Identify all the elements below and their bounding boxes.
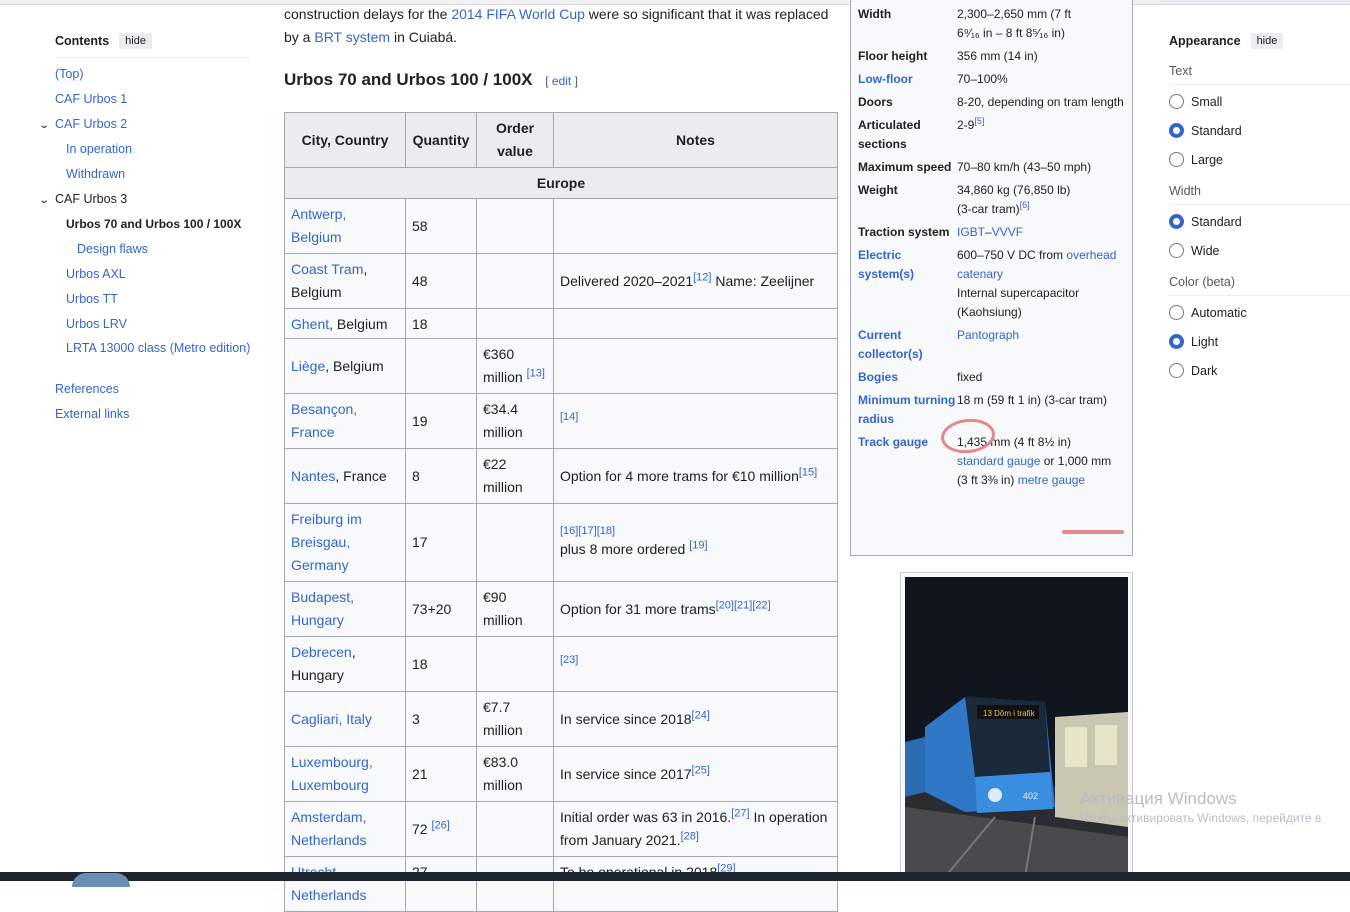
- text-size-label: Text: [1169, 64, 1350, 85]
- appearance-header: Appearance hide: [1169, 30, 1350, 52]
- color-automatic-radio[interactable]: Automatic: [1169, 296, 1350, 325]
- width-standard-radio[interactable]: Standard: [1169, 205, 1350, 234]
- tram-photo-frame[interactable]: 13 Dôm i trafik 402: [900, 572, 1133, 881]
- text-size-small-radio[interactable]: Small: [1169, 85, 1350, 114]
- toc-item-caf-urbos-3[interactable]: ⌄ CAF Urbos 3: [38, 191, 252, 216]
- table-row: Nantes, France 8 €22 million Option for …: [284, 448, 838, 504]
- radio-selected-icon[interactable]: [1169, 214, 1184, 229]
- edit-link[interactable]: edit: [552, 74, 571, 88]
- column-header: Notes: [553, 112, 838, 168]
- infobox-row-max-speed: Maximum speed 70–80 km/h (43–50 mph): [858, 160, 1092, 174]
- toc-item-urbos-70-100[interactable]: Urbos 70 and Urbos 100 / 100X: [40, 216, 252, 241]
- table-row: Amsterdam, Netherlands 72 [26] Initial or…: [284, 801, 838, 857]
- chevron-down-icon[interactable]: ⌄: [38, 117, 50, 134]
- region-row: Europe: [284, 167, 838, 199]
- toc-item-external-links[interactable]: External links: [40, 406, 252, 431]
- tram-photo[interactable]: 13 Dôm i trafik 402: [905, 577, 1128, 877]
- toc-title: Contents: [55, 34, 110, 48]
- toc-item-withdrawn[interactable]: Withdrawn: [40, 166, 252, 191]
- toc-item-design-flaws[interactable]: Design flaws: [40, 241, 252, 266]
- table-row: Antwerp, Belgium 58: [284, 198, 838, 254]
- brt-system-link[interactable]: BRT system: [314, 29, 390, 45]
- infobox-row-articulated: Articulated sections 2-9[5]: [858, 116, 985, 152]
- edit-section: [ edit ]: [545, 74, 578, 88]
- toc-item-urbos-lrv[interactable]: Urbos LRV: [40, 316, 252, 341]
- column-header: City, Country: [284, 112, 406, 168]
- toc-hide-button[interactable]: hide: [119, 33, 152, 49]
- table-row: Debrecen, Hungary 18 [23]: [284, 636, 838, 692]
- region-header: Europe: [284, 167, 838, 199]
- infobox-row-bogies: Bogies fixed: [858, 370, 983, 384]
- infobox: Width 2,300–2,650 mm (7 ft 6⁹⁄₁₆ in – 8 f…: [850, 0, 1133, 556]
- toc-item-lrta-13000[interactable]: LRTA 13000 class (Metro edition): [40, 341, 252, 381]
- infobox-row-turning-radius: Minimum turning radius 18 m (59 ft 1 in) …: [858, 393, 1108, 426]
- table-of-contents: Contents hide (Top) CAF Urbos 1 ⌄ CAF Urb…: [38, 30, 252, 431]
- radio-icon[interactable]: [1169, 152, 1184, 167]
- toc-item-caf-urbos-1[interactable]: CAF Urbos 1: [40, 91, 252, 116]
- table-row: Utrecht,Netherlands 27 To be operational…: [284, 856, 838, 912]
- text-size-large-radio[interactable]: Large: [1169, 143, 1350, 172]
- infobox-row-weight: Weight 34,860 kg (76,850 lb) (3-car tram)[…: [858, 183, 1071, 216]
- infobox-row-doors: Doors 8-20, depending on tram length: [858, 95, 1124, 109]
- toc-item-top[interactable]: (Top): [40, 66, 252, 91]
- color-dark-radio[interactable]: Dark: [1169, 354, 1350, 383]
- tram-destination-display: 13 Dôm i trafik: [983, 709, 1036, 718]
- toc-header: Contents hide: [40, 30, 252, 52]
- table-row: Luxembourg, Luxembourg 21 €83.0 million I…: [284, 746, 838, 802]
- table-row: Besançon, France 19 €34.4 million [14]: [284, 393, 838, 449]
- column-header: Order value: [476, 112, 554, 168]
- color-label: Color (beta): [1169, 275, 1350, 296]
- infobox-row-floor-height: Floor height 356 mm (14 in): [858, 49, 1038, 63]
- tram-number: 402: [1023, 791, 1038, 801]
- toc-item-references[interactable]: References: [40, 381, 252, 406]
- toc-item-urbos-tt[interactable]: Urbos TT: [40, 291, 252, 316]
- start-button[interactable]: [72, 873, 130, 887]
- orders-table: City, Country Quantity Order value Notes…: [284, 112, 838, 912]
- width-wide-radio[interactable]: Wide: [1169, 234, 1350, 263]
- width-label: Width: [1169, 184, 1350, 205]
- table-row: Freiburg im Breisgau, Germany 17 [16][17…: [284, 503, 838, 582]
- table-header-row: City, Country Quantity Order value Notes: [284, 112, 838, 168]
- table-row: Budapest, Hungary 73+20 €90 million Optio…: [284, 581, 838, 637]
- appearance-panel: Appearance hide Text Small Standard Larg…: [1169, 30, 1350, 383]
- tram-image: 13 Dôm i trafik 402: [905, 577, 1128, 877]
- table-row: Coast Tram, Belgium 48 Delivered 2020–202…: [284, 253, 838, 309]
- intro-paragraph: construction delays for the 2014 FIFA Wo…: [284, 6, 829, 45]
- infobox-row-low-floor: Low-floor 70–100%: [858, 72, 1008, 86]
- appearance-hide-button[interactable]: hide: [1250, 33, 1284, 49]
- column-header: Quantity: [405, 112, 477, 168]
- toc-divider: [55, 57, 250, 58]
- radio-icon[interactable]: [1169, 94, 1184, 109]
- taskbar: [0, 872, 1350, 887]
- infobox-row-traction: Traction system IGBT–VVVF: [858, 225, 1024, 239]
- infobox-row-track-gauge: Track gauge 1,435 mm (4 ft 8½ in) standar…: [858, 435, 1112, 487]
- radio-selected-icon[interactable]: [1169, 123, 1184, 138]
- text-size-standard-radio[interactable]: Standard: [1169, 114, 1350, 143]
- color-light-radio[interactable]: Light: [1169, 325, 1350, 354]
- radio-icon[interactable]: [1169, 305, 1184, 320]
- toc-item-urbos-axl[interactable]: Urbos AXL: [40, 266, 252, 291]
- fifa-world-cup-link[interactable]: 2014 FIFA World Cup: [451, 6, 585, 22]
- radio-icon[interactable]: [1169, 243, 1184, 258]
- table-row: Liège, Belgium €360 million [13]: [284, 338, 838, 394]
- toc-item-in-operation[interactable]: In operation: [40, 141, 252, 166]
- infobox-row-electric: Electric system(s) 600–750 V DC from over…: [858, 248, 1117, 319]
- radio-icon[interactable]: [1169, 363, 1184, 378]
- chevron-down-icon[interactable]: ⌄: [38, 192, 50, 209]
- toc-item-caf-urbos-2[interactable]: ⌄ CAF Urbos 2: [38, 116, 252, 141]
- table-row: Ghent, Belgium 18: [284, 308, 838, 339]
- infobox-row-width: Width 2,300–2,650 mm (7 ft 6⁹⁄₁₆ in – 8 f…: [858, 7, 1072, 40]
- table-row: Cagliari, Italy 3 €7.7 million In servic…: [284, 691, 838, 747]
- radio-selected-icon[interactable]: [1169, 334, 1184, 349]
- infobox-row-collector: Current collector(s) Pantograph: [858, 328, 1020, 361]
- section-heading: Urbos 70 and Urbos 100 / 100X [ edit ]: [284, 70, 578, 89]
